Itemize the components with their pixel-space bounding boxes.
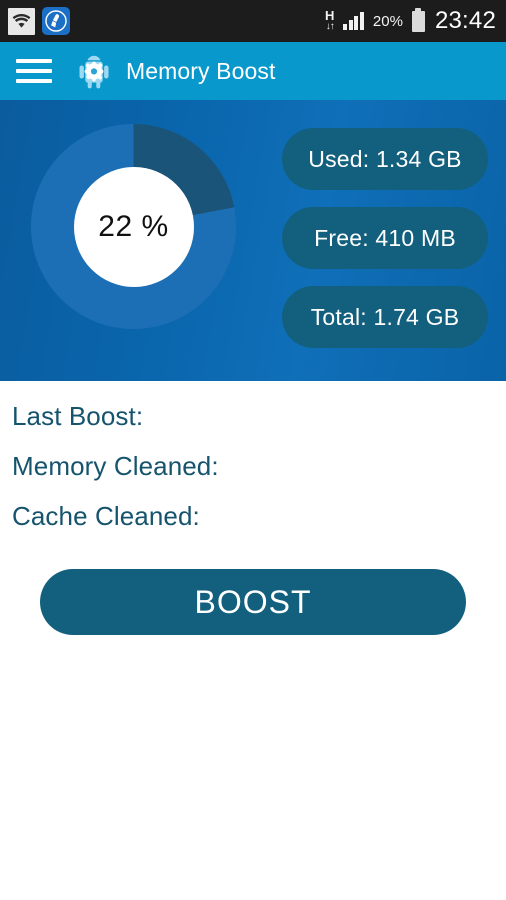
info-row-memory-cleaned: Memory Cleaned: bbox=[12, 451, 506, 501]
hamburger-menu-icon[interactable] bbox=[16, 56, 52, 86]
android-gear-icon bbox=[74, 51, 114, 91]
wifi-icon bbox=[8, 7, 35, 35]
stat-pill-used: Used: 1.34 GB bbox=[282, 128, 488, 190]
data-connection-icon: H ↓↑ bbox=[325, 7, 335, 35]
cache-cleaned-label: Cache Cleaned: bbox=[12, 501, 200, 531]
battery-icon bbox=[411, 7, 425, 32]
memory-cleaned-label: Memory Cleaned: bbox=[12, 451, 219, 481]
memory-summary-panel: 22 % Used: 1.34 GB Free: 410 MB Total: 1… bbox=[0, 100, 506, 381]
data-type-label: H bbox=[325, 8, 335, 23]
info-row-last-boost: Last Boost: bbox=[12, 401, 506, 451]
data-arrows-icon: ↓↑ bbox=[325, 21, 335, 32]
signal-bars-icon bbox=[343, 12, 364, 30]
app-root: H ↓↑ 20% 23:42 Memory Boost 22 % Used: 1… bbox=[0, 0, 506, 900]
status-bar-left-icons bbox=[8, 7, 70, 35]
stat-pill-total: Total: 1.74 GB bbox=[282, 286, 488, 348]
clock-label: 23:42 bbox=[434, 7, 496, 34]
last-boost-label: Last Boost: bbox=[12, 401, 144, 431]
memory-usage-donut-chart: 22 % bbox=[31, 124, 236, 329]
stat-free-label: Free: 410 MB bbox=[314, 224, 456, 251]
info-row-cache-cleaned: Cache Cleaned: bbox=[12, 501, 506, 551]
memory-stats-list: Used: 1.34 GB Free: 410 MB Total: 1.74 G… bbox=[282, 128, 488, 348]
cleaner-app-icon bbox=[42, 7, 70, 35]
boost-button[interactable]: BOOST bbox=[40, 569, 466, 635]
boost-info-list: Last Boost: Memory Cleaned: Cache Cleane… bbox=[0, 381, 506, 551]
usage-percent-label: 22 % bbox=[98, 209, 169, 243]
boost-action-area: BOOST bbox=[0, 551, 506, 635]
battery-percent-label: 20% bbox=[372, 12, 403, 30]
stat-pill-free: Free: 410 MB bbox=[282, 207, 488, 269]
app-bar: Memory Boost bbox=[0, 42, 506, 100]
status-bar: H ↓↑ 20% 23:42 bbox=[0, 0, 506, 42]
stat-total-label: Total: 1.74 GB bbox=[310, 303, 460, 330]
stat-used-label: Used: 1.34 GB bbox=[308, 145, 462, 172]
donut-center: 22 % bbox=[73, 166, 194, 287]
status-bar-right-icons: H ↓↑ 20% 23:42 bbox=[325, 7, 496, 35]
page-title: Memory Boost bbox=[126, 57, 276, 84]
